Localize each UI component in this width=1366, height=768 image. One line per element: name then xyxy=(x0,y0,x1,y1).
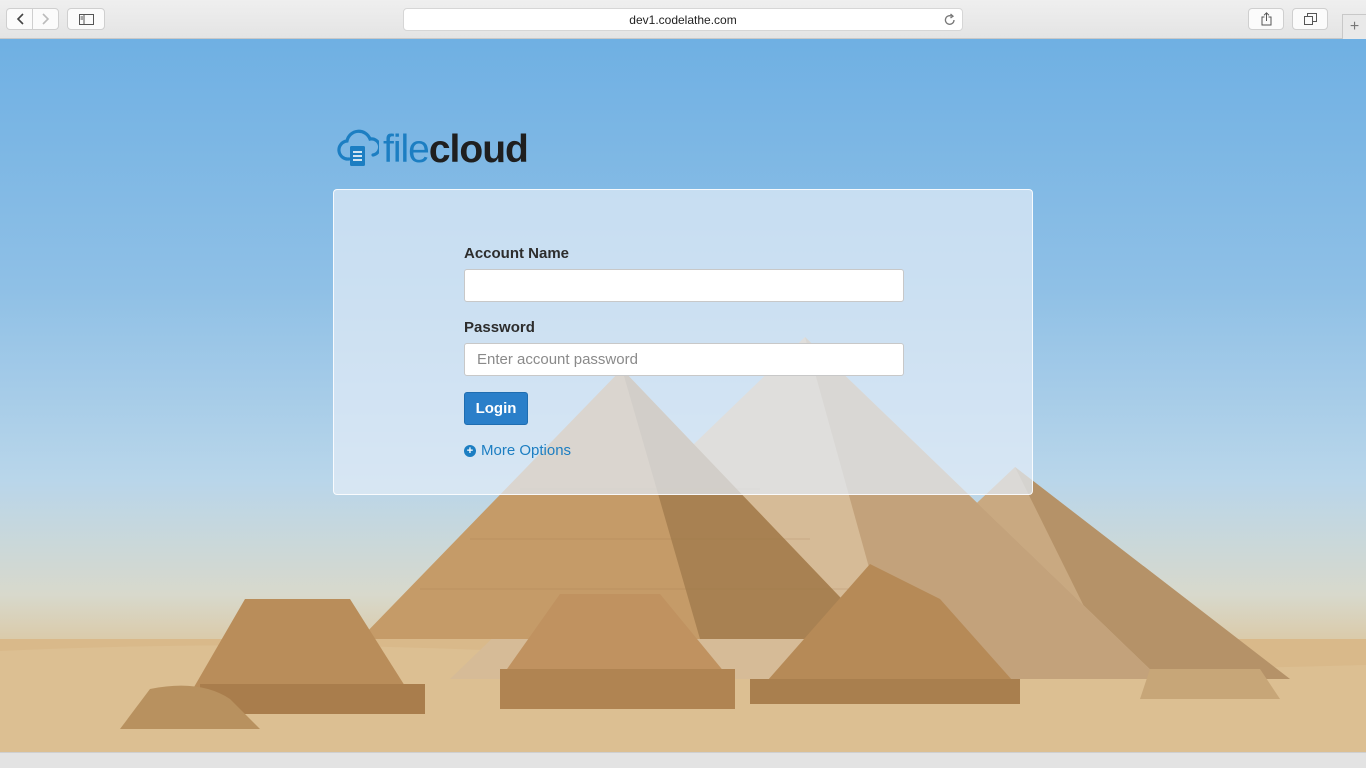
filecloud-logo-icon xyxy=(337,129,379,166)
share-icon xyxy=(1261,12,1271,26)
tabs-button[interactable] xyxy=(1292,8,1328,30)
address-bar[interactable]: dev1.codelathe.com xyxy=(403,8,963,31)
sidebar-button[interactable] xyxy=(67,8,105,30)
logo-word-cloud: cloud xyxy=(428,127,529,171)
more-options-link[interactable]: + More Options xyxy=(464,442,571,459)
login-button[interactable]: Login xyxy=(464,392,528,425)
browser-toolbar: dev1.codelathe.com + xyxy=(0,0,1366,39)
tabs-icon xyxy=(1303,13,1317,25)
filecloud-logo: filecloud xyxy=(337,127,529,171)
account-name-input[interactable] xyxy=(464,269,904,302)
more-options-label: More Options xyxy=(481,442,572,459)
reload-icon[interactable] xyxy=(944,13,956,29)
password-input[interactable] xyxy=(464,343,904,376)
page-background: filecloud Account Name Password Login + … xyxy=(0,39,1366,752)
logo-wordmark: filecloud xyxy=(383,127,529,171)
plus-circle-icon: + xyxy=(464,444,476,457)
url-text: dev1.codelathe.com xyxy=(629,12,737,27)
back-button[interactable] xyxy=(6,8,33,30)
chevron-right-icon xyxy=(41,13,49,25)
account-name-label: Account Name xyxy=(464,245,570,262)
browser-bottom-bar xyxy=(0,752,1366,768)
new-tab-button[interactable]: + xyxy=(1342,14,1366,39)
forward-button[interactable] xyxy=(32,8,59,30)
plus-icon: + xyxy=(1349,18,1360,35)
chevron-left-icon xyxy=(16,13,24,25)
share-button[interactable] xyxy=(1248,8,1284,30)
logo-word-file: file xyxy=(383,127,430,171)
sidebar-icon xyxy=(78,13,94,25)
login-panel: Account Name Password Login + More Optio… xyxy=(333,189,1033,495)
password-label: Password xyxy=(464,319,535,336)
